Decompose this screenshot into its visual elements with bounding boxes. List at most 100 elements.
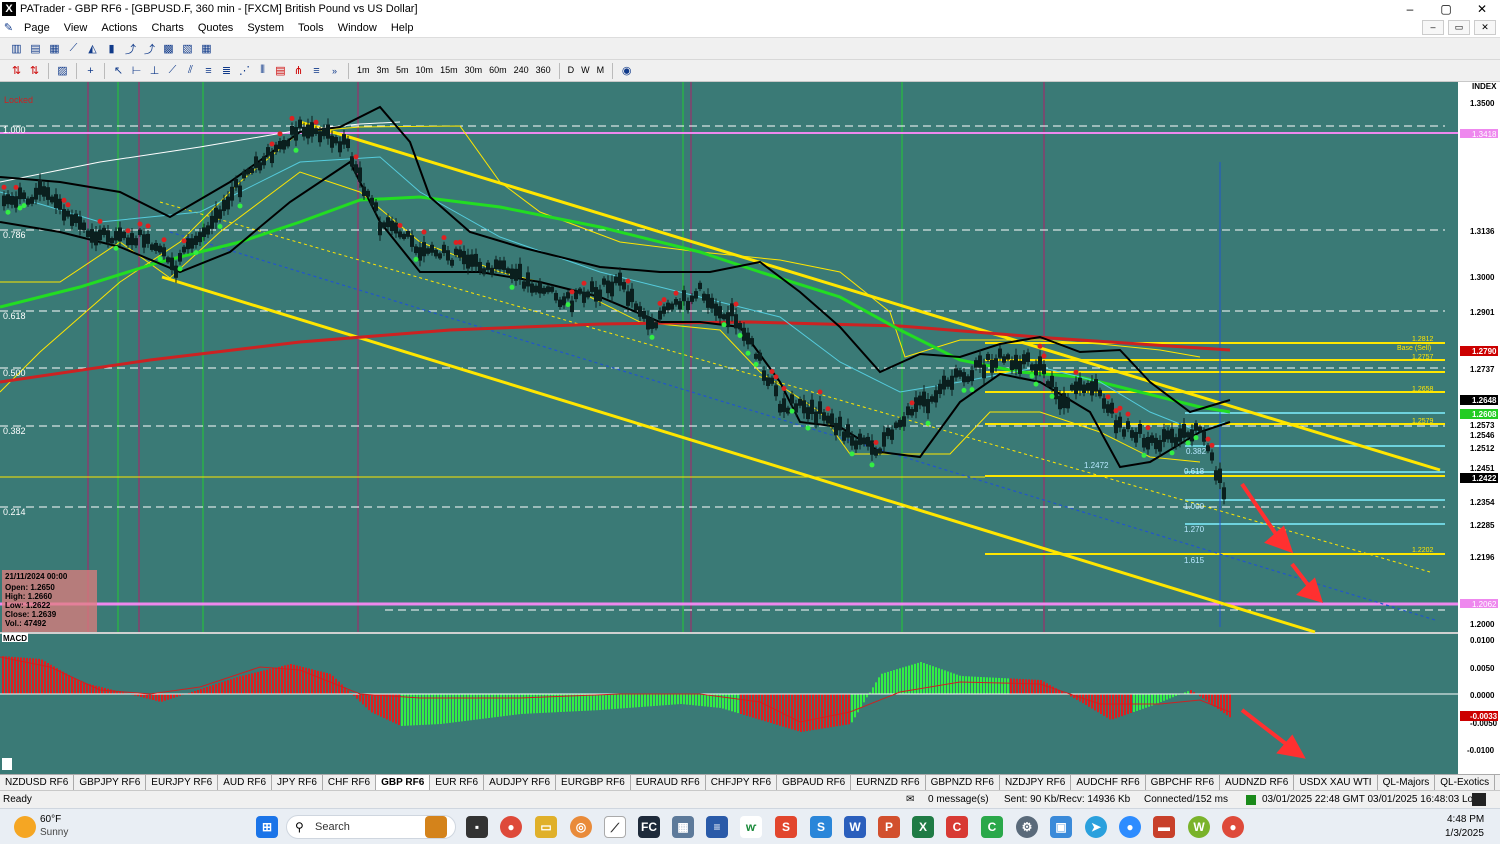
menu-charts[interactable]: Charts <box>144 22 190 34</box>
patrader-icon[interactable]: ⟋ <box>604 816 626 838</box>
bar-chart-icon[interactable]: ▥ <box>8 40 25 57</box>
weather-desc[interactable]: Sunny <box>40 827 68 838</box>
calculator-icon[interactable]: ▦ <box>672 816 694 838</box>
toolbox-icon[interactable]: ▬ <box>1153 816 1175 838</box>
fib-retracement-icon[interactable]: ≡ <box>200 62 217 79</box>
mdi-close-button[interactable]: ✕ <box>1474 20 1496 35</box>
clock-date[interactable]: 1/3/2025 <box>1445 828 1484 839</box>
start-windows-icon[interactable]: ⊞ <box>256 816 278 838</box>
timeframe-m[interactable]: M <box>594 62 608 79</box>
telegram-icon[interactable]: ➤ <box>1085 816 1107 838</box>
channel-icon[interactable]: ⫽ <box>182 62 199 79</box>
grid-icon[interactable]: ▦ <box>198 40 215 57</box>
gann-icon[interactable]: ▤ <box>272 62 289 79</box>
text-tool-icon[interactable]: ≡ <box>308 62 325 79</box>
briefcase-icon[interactable] <box>425 816 447 838</box>
stock-app-icon[interactable]: ⱳ <box>740 816 762 838</box>
symbol-tab[interactable]: AUD RF6 <box>218 775 273 790</box>
price-chart-svg[interactable]: 1.000 0.786 0.618 0.500 0.382 0.214 Lock… <box>0 82 1500 774</box>
symbol-tab[interactable]: GBP RF6 <box>376 775 431 790</box>
fib-fan-icon[interactable]: ⋰ <box>236 62 253 79</box>
app-orange-icon[interactable]: ◎ <box>570 816 592 838</box>
timeframe-5m[interactable]: 5m <box>393 62 412 79</box>
symbol-tab[interactable]: AUDJPY RF6 <box>484 775 557 790</box>
menu-window[interactable]: Window <box>331 22 384 34</box>
symbol-tab[interactable]: EURGBP RF6 <box>556 775 631 790</box>
timeframe-1m[interactable]: 1m <box>354 62 373 79</box>
area-chart-icon[interactable]: ◭ <box>84 40 101 57</box>
symbol-tab[interactable]: AUDCHF RF6 <box>1071 775 1146 790</box>
symbol-tab[interactable]: NZDUSD RF6 <box>0 775 75 790</box>
weather-icon[interactable] <box>14 816 36 838</box>
menu-quotes[interactable]: Quotes <box>191 22 240 34</box>
symbol-tab[interactable]: GBPCHF RF6 <box>1146 775 1221 790</box>
maximize-button[interactable]: ▢ <box>1428 0 1464 18</box>
symbol-tab[interactable]: EUR RF6 <box>430 775 485 790</box>
mdi-minimize-button[interactable]: – <box>1422 20 1444 35</box>
symbol-tab[interactable]: GBPNZD RF6 <box>926 775 1000 790</box>
cursor-icon[interactable]: ↖ <box>110 62 127 79</box>
resize-grip-icon[interactable] <box>1472 793 1486 806</box>
chart-icon[interactable]: ▨ <box>54 62 71 79</box>
indicator-icon[interactable]: ▩ <box>160 40 177 57</box>
menu-tools[interactable]: Tools <box>291 22 331 34</box>
zoom-icon[interactable]: ● <box>1119 816 1141 838</box>
sync-icon[interactable]: ◉ <box>618 62 635 79</box>
mdi-restore-button[interactable]: ▭ <box>1448 20 1470 35</box>
trend-icon[interactable]: ⤴ <box>122 40 139 57</box>
timeframe-240[interactable]: 240 <box>511 62 532 79</box>
trend2-icon[interactable]: ⤴ <box>141 40 158 57</box>
symbol-tab[interactable]: EURJPY RF6 <box>146 775 219 790</box>
s-red-app-icon[interactable]: S <box>775 816 797 838</box>
close-button[interactable]: ✕ <box>1464 0 1500 18</box>
s-blue-app-icon[interactable]: S <box>810 816 832 838</box>
menu-actions[interactable]: Actions <box>94 22 144 34</box>
symbol-tab[interactable]: USDX RF6 <box>1495 775 1500 790</box>
symbol-tab[interactable]: QL-Majors <box>1378 775 1436 790</box>
powerpoint-icon[interactable]: P <box>878 816 900 838</box>
settings-gear-icon[interactable]: ⚙ <box>1016 816 1038 838</box>
crosshair-icon[interactable]: + <box>82 62 99 79</box>
clock-time[interactable]: 4:48 PM <box>1447 814 1484 825</box>
symbol-tab[interactable]: GBPAUD RF6 <box>777 775 852 790</box>
trendline-icon[interactable]: ⟋ <box>164 62 181 79</box>
excel-icon[interactable]: X <box>912 816 934 838</box>
timeframe-w[interactable]: W <box>578 62 593 79</box>
ohlc-chart-icon[interactable]: ▤ <box>27 40 44 57</box>
chrome-icon[interactable]: ● <box>500 816 522 838</box>
word-icon[interactable]: W <box>844 816 866 838</box>
candle-chart-icon[interactable]: ▦ <box>46 40 63 57</box>
buy-sell-icon[interactable]: ⇅ <box>8 62 25 79</box>
symbol-tab[interactable]: GBPJPY RF6 <box>74 775 147 790</box>
notepad-icon[interactable]: ≡ <box>706 816 728 838</box>
fib-extension-icon[interactable]: ≣ <box>218 62 235 79</box>
timeframe-15m[interactable]: 15m <box>437 62 461 79</box>
chart-area[interactable]: 1.000 0.786 0.618 0.500 0.382 0.214 Lock… <box>0 82 1500 774</box>
symbol-tab[interactable]: CHF RF6 <box>323 775 377 790</box>
timeframe-60m[interactable]: 60m <box>486 62 510 79</box>
menu-help[interactable]: Help <box>384 22 421 34</box>
timeframe-d[interactable]: D <box>565 62 578 79</box>
symbol-tab[interactable]: NZDJPY RF6 <box>1000 775 1072 790</box>
timeframe-30m[interactable]: 30m <box>462 62 486 79</box>
symbol-tab[interactable]: JPY RF6 <box>272 775 323 790</box>
chrome-2-icon[interactable]: ● <box>1222 816 1244 838</box>
weather-temp[interactable]: 60°F <box>40 814 61 825</box>
symbol-tab[interactable]: AUDNZD RF6 <box>1220 775 1295 790</box>
order-icon[interactable]: ⇅ <box>26 62 43 79</box>
menu-system[interactable]: System <box>240 22 291 34</box>
symbol-tab[interactable]: USDX XAU WTI <box>1294 775 1378 790</box>
vline-icon[interactable]: ⊥ <box>146 62 163 79</box>
line-chart-icon[interactable]: ⟋ <box>65 40 82 57</box>
file-explorer-icon[interactable]: ▭ <box>535 816 557 838</box>
fib-time-icon[interactable]: ⦀ <box>254 62 271 79</box>
menu-view[interactable]: View <box>57 22 95 34</box>
minimize-button[interactable]: – <box>1392 0 1428 18</box>
task-view-icon[interactable]: ▪ <box>466 816 488 838</box>
symbol-tab[interactable]: EURAUD RF6 <box>631 775 706 790</box>
volume-chart-icon[interactable]: ▮ <box>103 40 120 57</box>
w-green-app-icon[interactable]: W <box>1188 816 1210 838</box>
pitchfork-icon[interactable]: ⋔ <box>290 62 307 79</box>
symbol-tab[interactable]: CHFJPY RF6 <box>706 775 778 790</box>
timeframe-3m[interactable]: 3m <box>374 62 393 79</box>
